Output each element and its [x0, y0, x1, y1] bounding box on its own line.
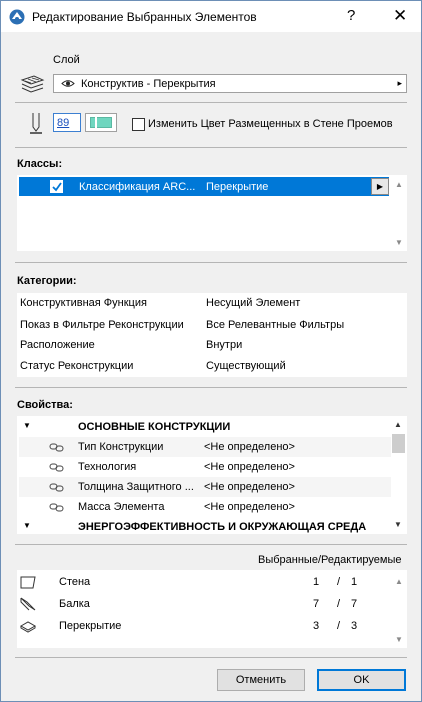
category-name: Конструктивная Функция [20, 297, 147, 309]
properties-scrollbar[interactable]: ▲ ▼ [392, 418, 405, 532]
element-editable-count: 1 [351, 576, 358, 588]
layer-value: Конструктив - Перекрытия [81, 78, 216, 90]
scroll-down-icon[interactable]: ▼ [395, 238, 403, 247]
scroll-up-icon[interactable]: ▲ [394, 420, 402, 429]
chevron-right-icon: ▸ [397, 78, 402, 88]
element-name: Стена [59, 576, 91, 588]
element-editable-count: 3 [351, 620, 358, 632]
property-value[interactable]: <Не определено> [204, 501, 295, 513]
property-row[interactable]: Толщина Защитного ... <Не определено> [19, 477, 391, 497]
divider [15, 147, 407, 148]
beam-icon [20, 597, 36, 611]
scroll-thumb[interactable] [392, 434, 405, 453]
check-icon [52, 182, 62, 192]
property-name: Толщина Защитного ... [78, 481, 194, 493]
window-title: Редактирование Выбранных Элементов [32, 10, 257, 24]
element-editable-count: 7 [351, 598, 358, 610]
element-count-separator: / [337, 620, 341, 632]
property-group-name: ОСНОВНЫЕ КОНСТРУКЦИИ [78, 421, 231, 433]
color-swatch [90, 117, 112, 128]
property-name: Тип Конструкции [78, 441, 164, 453]
layer-label: Слой [53, 54, 80, 66]
swatch-divider [95, 117, 97, 128]
collapse-triangle-icon[interactable]: ▼ [23, 521, 31, 530]
category-name: Показ в Фильтре Реконструкции [20, 319, 184, 331]
eye-icon [61, 80, 75, 87]
element-count-separator: / [337, 598, 341, 610]
category-value[interactable]: Существующий [206, 360, 286, 372]
element-name: Балка [59, 598, 90, 610]
category-value[interactable]: Несущий Элемент [206, 297, 300, 309]
link-icon [49, 503, 64, 512]
selected-editable-header: Выбранные/Редактируемые [258, 554, 402, 566]
divider [15, 102, 407, 103]
property-row[interactable]: Масса Элемента <Не определено> [19, 497, 391, 517]
title-bar: Редактирование Выбранных Элементов ? ✕ [1, 1, 421, 32]
classification-class: Перекрытие [206, 181, 269, 193]
opening-color-label: Изменить Цвет Размещенных в Стене Проемо… [148, 118, 393, 130]
property-row[interactable]: Тип Конструкции <Не определено> [19, 437, 391, 457]
wall-icon [20, 576, 36, 589]
property-value[interactable]: <Не определено> [204, 461, 295, 473]
layers-icon [20, 75, 45, 93]
collapse-triangle-icon[interactable]: ▼ [23, 421, 31, 430]
ok-button[interactable]: OK [317, 669, 406, 691]
pen-number-value: 89 [57, 117, 70, 129]
archicad-icon [9, 9, 25, 25]
property-group-row[interactable]: ▼ ОСНОВНЫЕ КОНСТРУКЦИИ [19, 417, 391, 437]
class-checkbox[interactable] [50, 180, 63, 193]
property-group-name: ЭНЕРГОЭФФЕКТИВНОСТЬ И ОКРУЖАЮЩАЯ СРЕДА [78, 521, 367, 533]
element-name: Перекрытие [59, 620, 122, 632]
scroll-down-icon[interactable]: ▼ [395, 635, 403, 644]
divider [15, 657, 407, 658]
category-name: Расположение [20, 339, 95, 351]
slab-icon [19, 621, 37, 633]
close-button[interactable]: ✕ [393, 6, 407, 26]
element-row[interactable]: Перекрытие 3 / 3 [19, 616, 391, 636]
classes-header: Классы: [17, 158, 63, 170]
opening-color-checkbox[interactable] [132, 118, 145, 131]
scroll-up-icon[interactable]: ▲ [395, 577, 403, 586]
link-icon [49, 443, 64, 452]
layer-select[interactable]: Конструктив - Перекрытия ▸ [53, 74, 407, 93]
class-chooser-button[interactable]: ▶ [371, 178, 389, 195]
property-name: Технология [78, 461, 137, 473]
element-row[interactable]: Балка 7 / 7 [19, 594, 391, 614]
category-name: Статус Реконструкции [20, 360, 134, 372]
link-icon [49, 463, 64, 472]
classification-system: Классификация ARC... [79, 181, 196, 193]
divider [15, 387, 407, 388]
element-row[interactable]: Стена 1 / 1 [19, 572, 391, 592]
cancel-button[interactable]: Отменить [217, 669, 305, 691]
element-selected-count: 1 [313, 576, 320, 588]
divider [15, 262, 407, 263]
category-value[interactable]: Все Релевантные Фильтры [206, 319, 344, 331]
property-group-row[interactable]: ▼ ЭНЕРГОЭФФЕКТИВНОСТЬ И ОКРУЖАЮЩАЯ СРЕДА [19, 517, 391, 537]
category-value[interactable]: Внутри [206, 339, 242, 351]
element-count-separator: / [337, 576, 341, 588]
pen-icon [30, 113, 42, 134]
help-button[interactable]: ? [347, 7, 355, 24]
pen-color-swatch[interactable] [85, 113, 117, 132]
scroll-up-icon[interactable]: ▲ [395, 180, 403, 189]
property-name: Масса Элемента [78, 501, 165, 513]
scroll-down-icon[interactable]: ▼ [394, 520, 402, 529]
divider [15, 544, 407, 545]
element-selected-count: 3 [313, 620, 320, 632]
property-value[interactable]: <Не определено> [204, 441, 295, 453]
property-row[interactable]: Технология <Не определено> [19, 457, 391, 477]
pen-number-field[interactable]: 89 [53, 113, 81, 132]
dialog-window: Редактирование Выбранных Элементов ? ✕ С… [0, 0, 422, 702]
element-selected-count: 7 [313, 598, 320, 610]
properties-header: Свойства: [17, 399, 73, 411]
categories-header: Категории: [17, 275, 77, 287]
link-icon [49, 483, 64, 492]
property-value[interactable]: <Не определено> [204, 481, 295, 493]
class-row[interactable]: Классификация ARC... Перекрытие [19, 177, 389, 196]
